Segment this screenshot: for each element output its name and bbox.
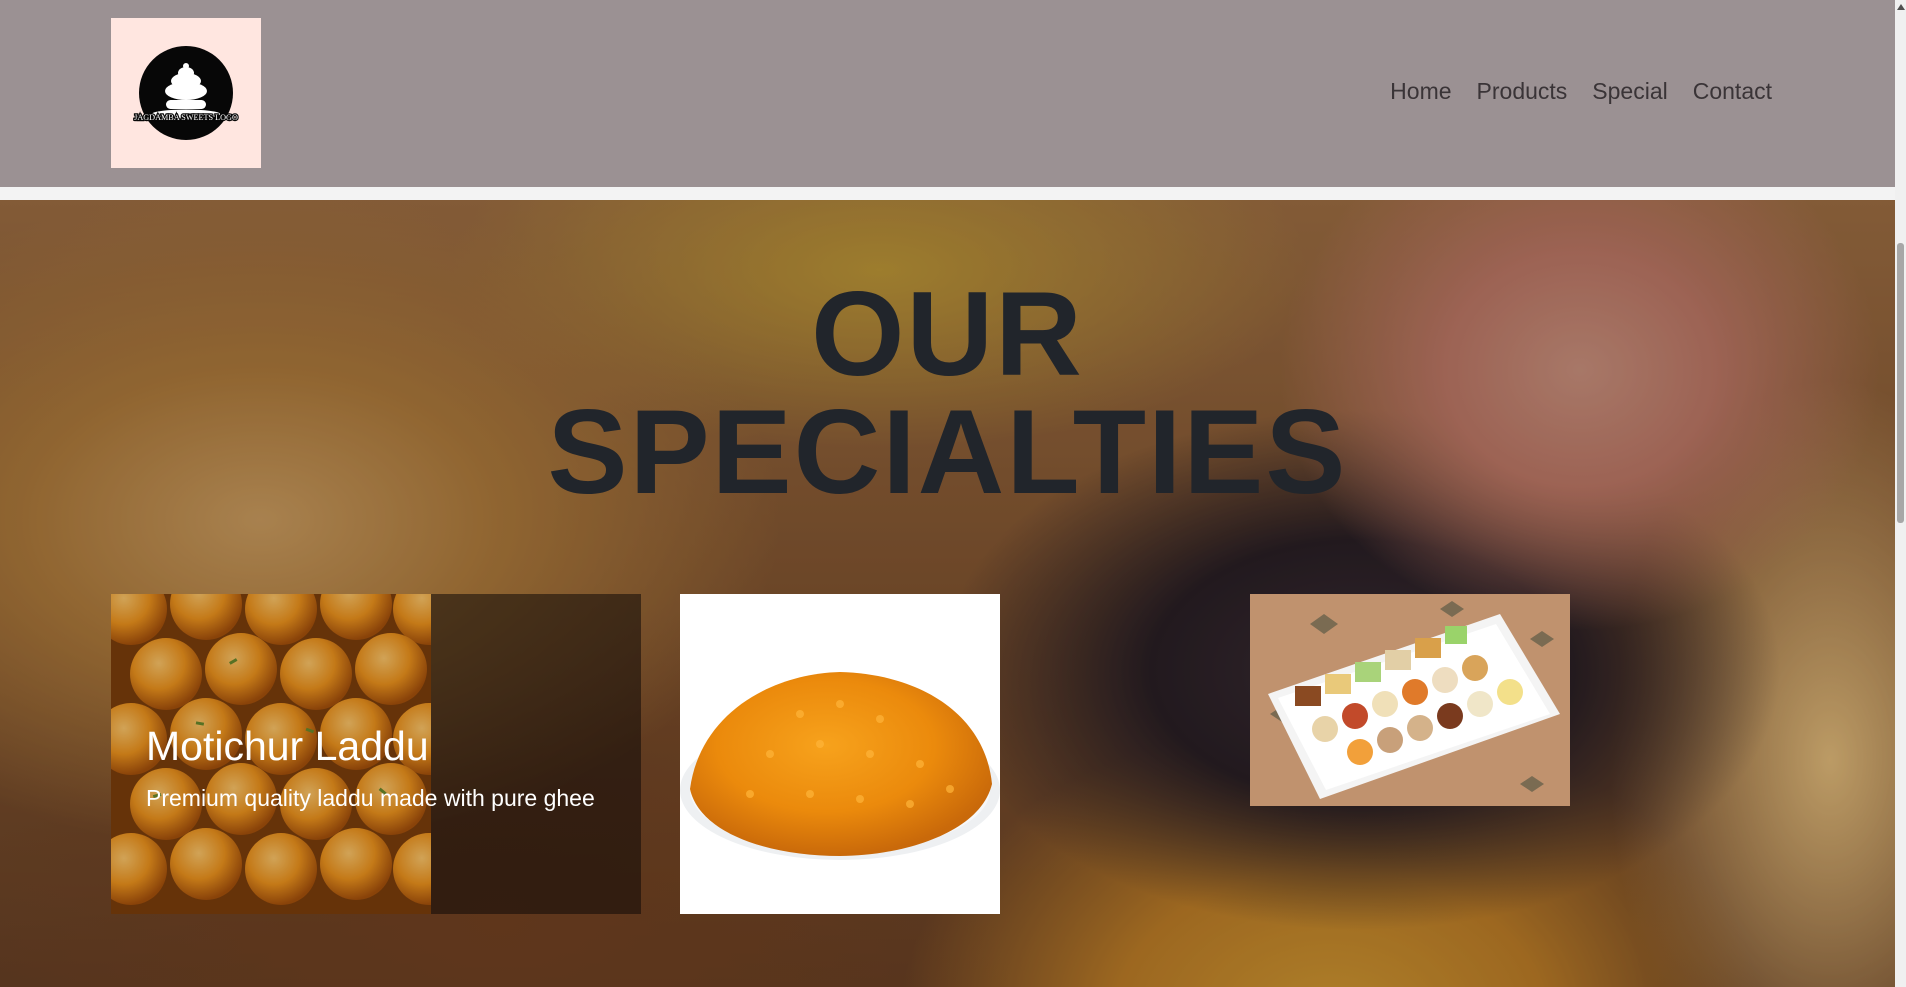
nav-special-link[interactable]: Special — [1592, 78, 1667, 105]
site-logo[interactable]: JAGDAMBA SWEETS LOGO — [111, 18, 261, 168]
page-scrollbar[interactable] — [1895, 0, 1906, 987]
nav-products-link[interactable]: Products — [1477, 78, 1568, 105]
main-nav: Home Products Special Contact — [1390, 78, 1772, 105]
card-caption: Motichur Laddu Premium quality laddu mad… — [146, 722, 616, 816]
card-description: Premium quality laddu made with pure ghe… — [146, 785, 595, 811]
specialty-card-motichur-laddu[interactable]: Motichur Laddu Premium quality laddu mad… — [111, 594, 641, 914]
site-header: JAGDAMBA SWEETS LOGO Home Products Speci… — [0, 0, 1895, 187]
scroll-up-arrow-icon[interactable] — [1897, 4, 1905, 10]
nav-contact-link[interactable]: Contact — [1693, 78, 1772, 105]
specialty-card-sweets-platter[interactable] — [1250, 594, 1570, 806]
sweets-logo-icon: JAGDAMBA SWEETS LOGO — [133, 46, 239, 140]
title-line-1: OUR — [811, 267, 1084, 401]
title-line-2: SPECIALTIES — [547, 385, 1348, 519]
boondi-image — [680, 594, 1000, 914]
svg-text:JAGDAMBA SWEETS LOGO: JAGDAMBA SWEETS LOGO — [134, 113, 238, 122]
nav-home-link[interactable]: Home — [1390, 78, 1451, 105]
section-title: OUR SPECIALTIES — [0, 274, 1895, 512]
scrollbar-thumb[interactable] — [1897, 243, 1904, 523]
specialty-card-boondi[interactable] — [680, 594, 1000, 914]
card-title: Motichur Laddu — [146, 723, 429, 769]
sweets-platter-image — [1250, 594, 1570, 806]
specialties-section: OUR SPECIALTIES Motichur Laddu Premium q… — [0, 200, 1895, 987]
